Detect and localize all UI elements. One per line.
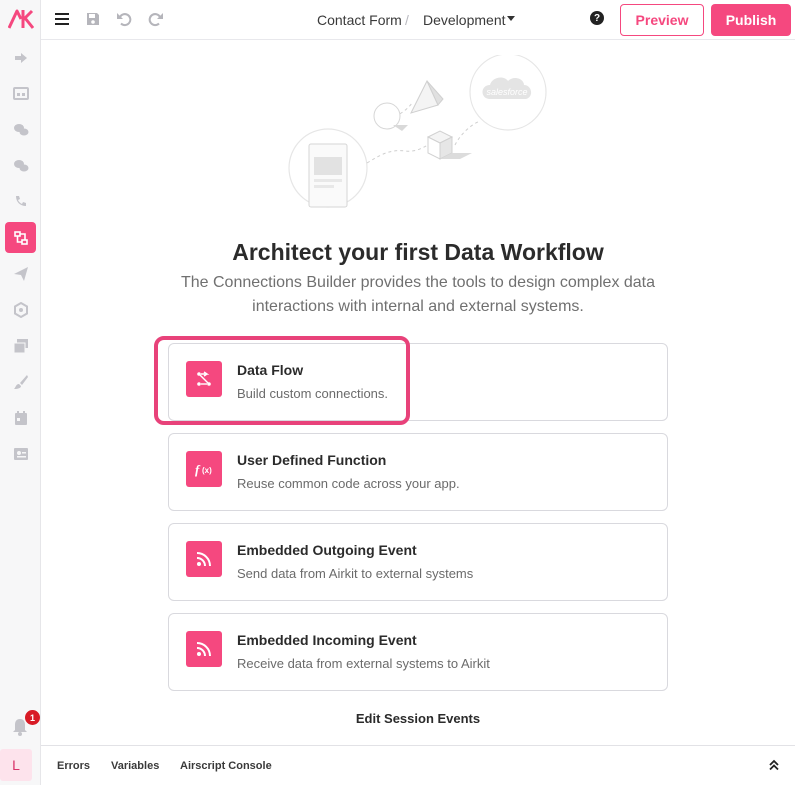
undo-icon[interactable]	[115, 10, 133, 28]
edit-session-events-link[interactable]: Edit Session Events	[41, 711, 795, 726]
arrow-right-icon[interactable]	[5, 42, 36, 73]
breadcrumb-separator: /	[405, 12, 409, 28]
svg-text:f: f	[195, 462, 201, 477]
publish-button[interactable]: Publish	[711, 4, 791, 36]
bottom-bar: Errors Variables Airscript Console	[41, 745, 795, 785]
redo-icon[interactable]	[147, 10, 165, 28]
embedded-outgoing-event-card[interactable]: Embedded Outgoing Event Send data from A…	[168, 523, 668, 601]
contact-card-icon[interactable]	[5, 438, 36, 469]
brush-icon[interactable]	[5, 366, 36, 397]
user-avatar[interactable]: L	[0, 749, 32, 781]
card-description: Receive data from external systems to Ai…	[237, 656, 490, 671]
left-sidebar: 1 L	[0, 0, 41, 785]
page-title: Architect your first Data Workflow	[232, 239, 604, 265]
phone-call-icon[interactable]	[5, 186, 36, 217]
connections-builder-icon[interactable]	[5, 222, 36, 253]
send-icon[interactable]	[5, 258, 36, 289]
embedded-incoming-event-card[interactable]: Embedded Incoming Event Receive data fro…	[168, 613, 668, 691]
card-title: Data Flow	[237, 362, 304, 378]
help-icon[interactable]: ?	[590, 11, 604, 25]
chat-bubbles-alt-icon[interactable]	[5, 150, 36, 181]
card-title: User Defined Function	[237, 452, 387, 468]
svg-text:(x): (x)	[202, 466, 212, 475]
card-description: Build custom connections.	[237, 386, 389, 401]
chevron-double-up-icon[interactable]	[767, 758, 781, 772]
rss-icon	[186, 541, 222, 577]
tab-errors[interactable]: Errors	[57, 760, 90, 772]
card-title: Embedded Outgoing Event	[237, 542, 417, 558]
card-description: Send data from Airkit to external system…	[237, 566, 474, 581]
chat-bubbles-icon[interactable]	[5, 114, 36, 145]
save-icon[interactable]	[84, 10, 102, 28]
data-flow-card[interactable]: Data Flow Build custom connections.	[168, 343, 668, 421]
app-title[interactable]: Contact Form	[317, 12, 402, 28]
chevron-down-icon[interactable]	[507, 16, 515, 21]
calendar-icon[interactable]	[5, 402, 36, 433]
tab-airscript-console[interactable]: Airscript Console	[180, 760, 272, 772]
card-title: Embedded Incoming Event	[237, 632, 417, 648]
page-subtitle: The Connections Builder provides the too…	[180, 274, 656, 315]
notification-badge: 1	[25, 710, 40, 725]
airkit-logo[interactable]	[8, 8, 34, 30]
top-bar: Contact Form / Development ? Preview Pub…	[41, 0, 795, 40]
connections-illustration: salesforce	[288, 55, 547, 208]
hamburger-menu-icon[interactable]	[53, 10, 71, 28]
environment-dropdown[interactable]: Development	[423, 12, 506, 28]
user-defined-function-card[interactable]: f (x) User Defined Function Reuse common …	[168, 433, 668, 511]
cube-icon[interactable]	[5, 294, 36, 325]
browser-grid-icon[interactable]	[5, 78, 36, 109]
card-description: Reuse common code across your app.	[237, 476, 460, 491]
preview-button[interactable]: Preview	[620, 4, 704, 36]
salesforce-logo-text: salesforce	[486, 87, 527, 97]
tab-variables[interactable]: Variables	[111, 760, 159, 772]
data-flow-icon	[186, 361, 222, 397]
media-library-icon[interactable]	[5, 330, 36, 361]
function-icon: f (x)	[186, 451, 222, 487]
rss-icon	[186, 631, 222, 667]
